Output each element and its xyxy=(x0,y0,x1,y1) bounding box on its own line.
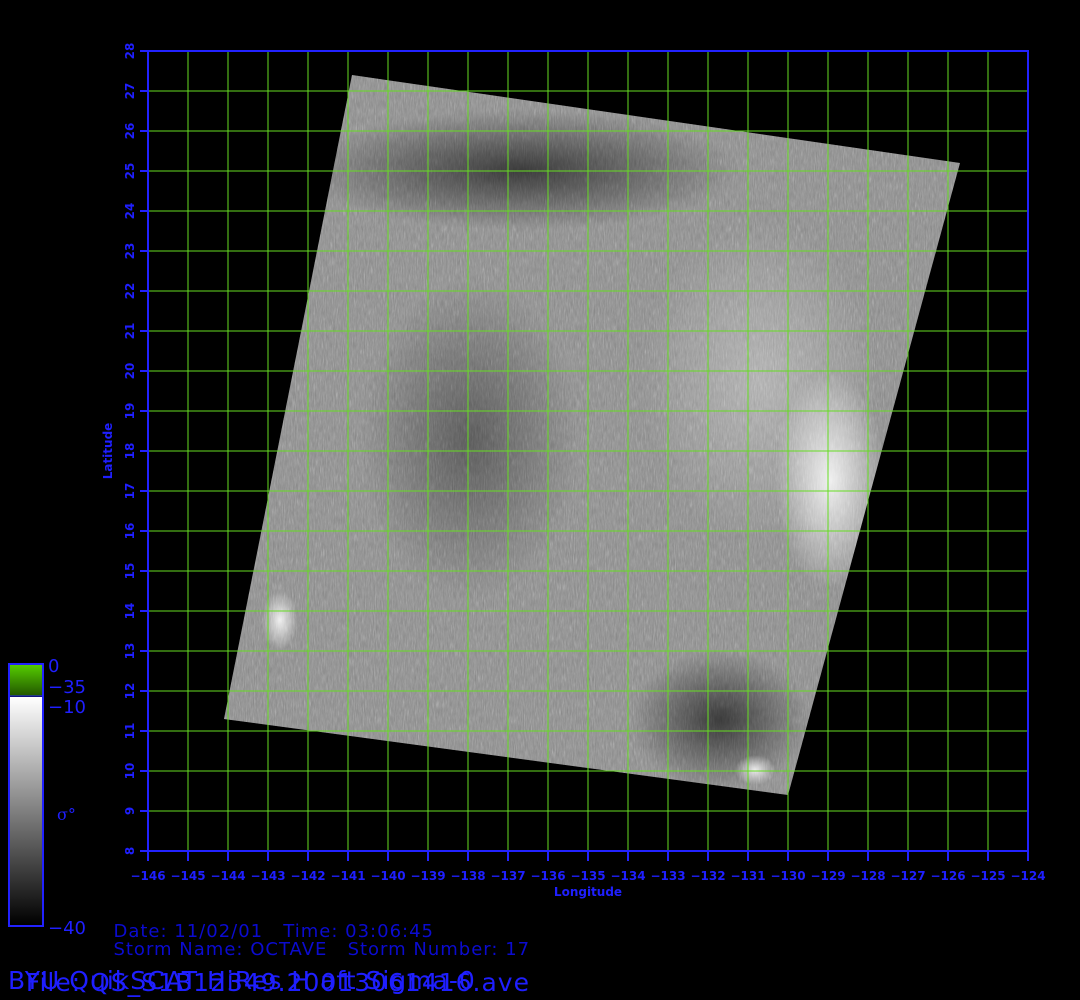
lat-tick-label: 15 xyxy=(123,563,137,580)
lon-tick-label: −133 xyxy=(650,869,685,883)
lon-tick-label: −137 xyxy=(490,869,525,883)
lat-tick-label: 14 xyxy=(123,603,137,620)
dark-patch-southeast xyxy=(630,650,810,790)
colorbar-label-max: 0 xyxy=(48,656,59,677)
latitude-ticks: 8 9 10 11 12 13 14 15 16 17 18 19 20 21 22 23 24 25 26 27 28 xyxy=(123,43,148,855)
lon-tick-label: −124 xyxy=(1010,869,1045,883)
colorbar-sigma-symbol: σ° xyxy=(57,805,76,824)
lat-tick-label: 25 xyxy=(123,163,137,180)
lon-tick-label: −132 xyxy=(690,869,725,883)
y-axis-label: Latitude xyxy=(101,423,115,480)
lon-tick-label: −125 xyxy=(970,869,1005,883)
lon-tick-label: −141 xyxy=(330,869,365,883)
colorbar: 0 −35 −10 −40 σ° xyxy=(8,656,86,939)
lon-tick-label: −142 xyxy=(290,869,325,883)
product-title: BYU QuikSCAT HiRes H aft Sigma-0 xyxy=(8,966,476,995)
lat-tick-label: 9 xyxy=(123,807,137,815)
colorbar-label-gray-max: −10 xyxy=(48,697,86,718)
lat-tick-label: 13 xyxy=(123,643,137,660)
lon-tick-label: −144 xyxy=(210,869,245,883)
lon-tick-label: −138 xyxy=(450,869,485,883)
colorbar-gradient xyxy=(10,697,42,925)
sigma0-map: −146 −145 −144 −143 −142 −141 −140 −139 −138 −137… xyxy=(8,43,1046,939)
lat-tick-label: 8 xyxy=(123,847,137,855)
lon-tick-label: −127 xyxy=(890,869,925,883)
lat-tick-label: 22 xyxy=(123,283,137,300)
colorbar-label-green-min: −35 xyxy=(48,677,86,698)
lon-tick-label: −126 xyxy=(930,869,965,883)
bright-spot-southeast xyxy=(735,755,775,785)
lat-tick-label: 23 xyxy=(123,243,137,260)
lon-tick-label: −145 xyxy=(170,869,205,883)
lon-tick-label: −140 xyxy=(370,869,405,883)
lon-tick-label: −130 xyxy=(770,869,805,883)
lat-tick-label: 10 xyxy=(123,763,137,780)
swath-image xyxy=(224,75,960,795)
lat-tick-label: 27 xyxy=(123,83,137,100)
lat-tick-label: 28 xyxy=(123,43,137,60)
bright-band-east xyxy=(640,220,880,540)
lat-tick-label: 26 xyxy=(123,123,137,140)
lat-tick-label: 11 xyxy=(123,723,137,740)
dark-band-north xyxy=(300,110,740,230)
x-axis-label: Longitude xyxy=(554,885,622,899)
lat-tick-label: 21 xyxy=(123,323,137,340)
lon-tick-label: −131 xyxy=(730,869,765,883)
longitude-ticks: −146 −145 −144 −143 −142 −141 −140 −139 −138 −137… xyxy=(130,851,1046,883)
lon-tick-label: −128 xyxy=(850,869,885,883)
lat-tick-label: 19 xyxy=(123,403,137,420)
colorbar-label-min: −40 xyxy=(48,918,86,939)
lat-tick-label: 24 xyxy=(123,203,137,220)
lat-tick-label: 18 xyxy=(123,443,137,460)
lon-tick-label: −129 xyxy=(810,869,845,883)
colorbar-green-segment xyxy=(10,665,42,696)
lon-tick-label: −143 xyxy=(250,869,285,883)
lon-tick-label: −146 xyxy=(130,869,165,883)
lon-tick-label: −135 xyxy=(570,869,605,883)
lat-tick-label: 20 xyxy=(123,363,137,380)
lat-tick-label: 17 xyxy=(123,483,137,500)
lon-tick-label: −139 xyxy=(410,869,445,883)
lat-tick-label: 16 xyxy=(123,523,137,540)
lon-tick-label: −134 xyxy=(610,869,645,883)
lat-lon-grid xyxy=(147,50,1029,852)
lat-tick-label: 12 xyxy=(123,683,137,700)
lon-tick-label: −136 xyxy=(530,869,565,883)
dark-band-center xyxy=(360,280,580,600)
bright-spot-west xyxy=(262,590,298,650)
